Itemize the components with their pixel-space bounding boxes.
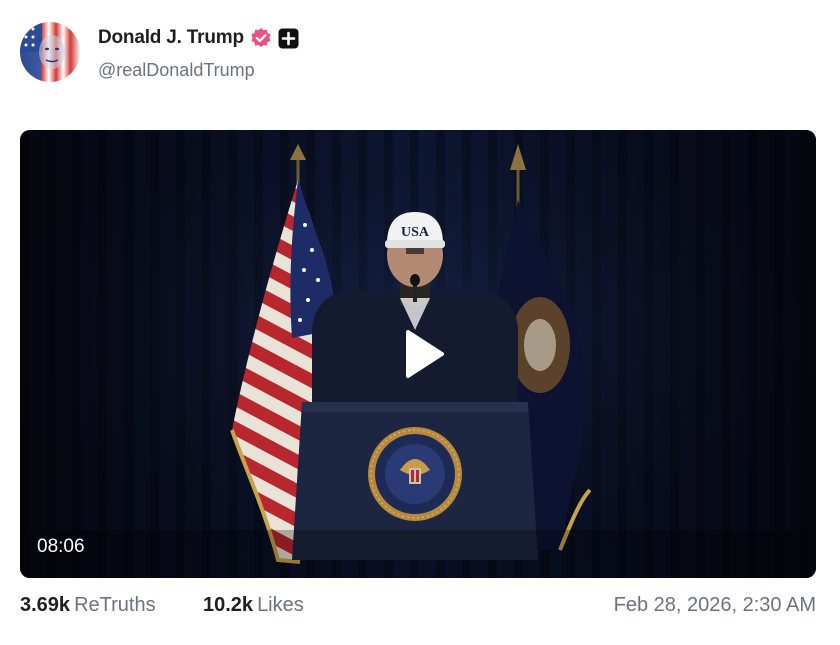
video-duration: 08:06 (37, 536, 85, 557)
retruths-stat[interactable]: 3.69k ReTruths (20, 594, 156, 617)
author-handle[interactable]: @realDonaldTrump (98, 60, 255, 81)
play-icon (406, 330, 444, 378)
flag-portrait-icon (20, 22, 65, 69)
avatar[interactable] (20, 22, 80, 82)
plus-badge-icon (278, 28, 299, 49)
likes-count: 10.2k (203, 594, 254, 616)
likes-stat[interactable]: 10.2k Likes (203, 594, 304, 617)
video-player[interactable]: USA 08:06 (20, 130, 816, 578)
verified-badge-icon (250, 27, 272, 49)
cap-text: USA (401, 225, 430, 240)
display-name[interactable]: Donald J. Trump (98, 27, 244, 49)
author-name-row: Donald J. Trump (98, 27, 299, 49)
retruths-count: 3.69k (20, 594, 71, 616)
post-header: Donald J. Trump @realDonaldTrump (20, 22, 820, 84)
post-footer: 3.69k ReTruths 10.2k Likes Feb 28, 2026, 2… (20, 592, 816, 622)
likes-label: Likes (257, 594, 304, 616)
play-button[interactable] (394, 326, 450, 382)
presidential-seal (368, 427, 462, 521)
retruths-label: ReTruths (74, 594, 156, 616)
post-timestamp[interactable]: Feb 28, 2026, 2:30 AM (614, 594, 816, 617)
